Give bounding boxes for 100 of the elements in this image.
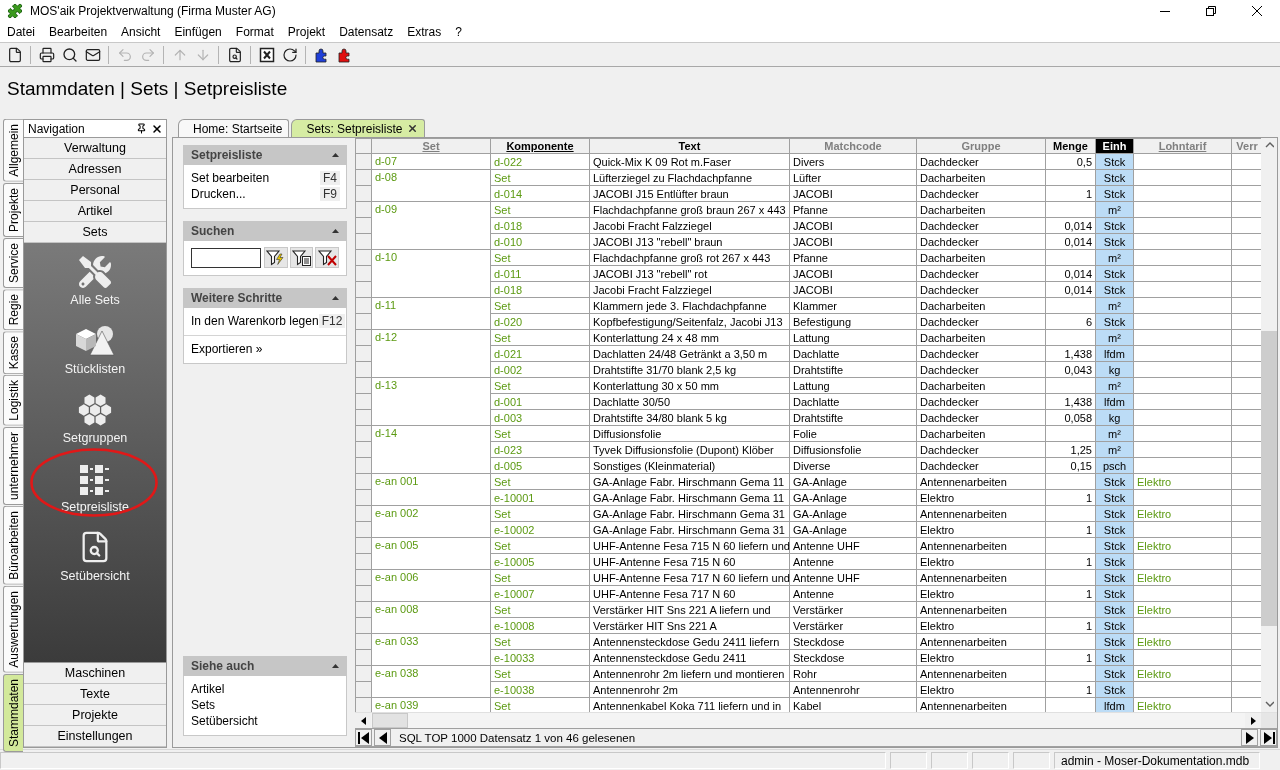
menu-item[interactable]: Bearbeiten: [42, 24, 115, 40]
menu-item[interactable]: Ansicht: [114, 24, 168, 40]
funnel-bolt-icon: [266, 249, 286, 266]
column-header[interactable]: Komponente: [490, 138, 590, 154]
funnel-x-icon: [317, 249, 337, 266]
scroll-left-button[interactable]: [355, 713, 371, 728]
column-header[interactable]: Set: [371, 138, 491, 154]
caret-icon[interactable]: [332, 296, 339, 300]
close-icon[interactable]: [407, 123, 419, 134]
caret-icon[interactable]: [332, 153, 339, 157]
page-title: Stammdaten | Sets | Setpreisliste: [7, 78, 288, 100]
side-tab[interactable]: Allgemein: [3, 119, 23, 182]
chevron-up-icon: [1264, 141, 1274, 150]
window-title: MOS'aik Projektverwaltung (Firma Muster AG): [30, 4, 276, 18]
filter-button[interactable]: [264, 247, 288, 268]
first-icon: [357, 730, 370, 745]
refresh-icon: [281, 46, 298, 63]
menu-item[interactable]: Format: [228, 24, 281, 40]
side-tab[interactable]: Logistik: [3, 375, 23, 427]
table-cell: e-an 005: [371, 537, 491, 570]
close-icon: [1252, 6, 1262, 16]
vertical-scrollbar[interactable]: [1261, 138, 1277, 712]
horizontal-scrollbar[interactable]: [355, 712, 1277, 728]
last-icon: [1262, 730, 1275, 745]
table-cell: d-09: [371, 201, 491, 250]
nav-tile[interactable]: Setgruppen: [62, 392, 128, 445]
column-header[interactable]: Matchcode: [789, 138, 917, 154]
menu-item[interactable]: ?: [448, 24, 469, 40]
nav-tile[interactable]: Alle Sets: [70, 254, 120, 307]
document-tab[interactable]: Sets: Setpreisliste: [291, 119, 426, 137]
task-link[interactable]: Setübersicht: [191, 714, 258, 728]
panel-title: Navigation: [28, 121, 85, 136]
scroll-right-button[interactable]: [1245, 713, 1261, 728]
next-icon: [1243, 730, 1256, 745]
side-tab[interactable]: Büroarbeiten: [3, 506, 23, 585]
puzzle-icon: [336, 46, 353, 63]
scroll-thumb[interactable]: [372, 713, 408, 728]
table-cell: e-an 008: [371, 601, 491, 634]
side-tab[interactable]: Auswertungen: [3, 585, 23, 673]
triangle-right-icon: [1250, 716, 1256, 725]
task-link[interactable]: In den Warenkorb legen: [191, 314, 319, 328]
nav-tile[interactable]: Setübersicht: [60, 530, 130, 583]
table-cell: e-an 006: [371, 569, 491, 602]
caret-icon[interactable]: [332, 229, 339, 233]
table-cell: e-an 038: [371, 665, 491, 698]
column-header[interactable]: Einh: [1095, 138, 1134, 154]
filter-button[interactable]: [315, 247, 339, 268]
section-title: Weitere Schritte: [191, 291, 283, 305]
first-record-button[interactable]: [355, 729, 372, 746]
pin-icon[interactable]: [136, 123, 147, 134]
restore-icon: [1206, 6, 1216, 16]
list-grid-icon: [80, 465, 110, 495]
last-record-button[interactable]: [1260, 729, 1277, 746]
column-header[interactable]: Menge: [1045, 138, 1096, 154]
record-status: SQL TOP 1000 Datensatz 1 von 46 gelesenen: [399, 731, 636, 744]
shortcut-key: F9: [320, 187, 340, 201]
menu-item[interactable]: Einfügen: [167, 24, 229, 40]
filter-button[interactable]: [289, 247, 314, 268]
search-field[interactable]: [191, 247, 261, 268]
side-tab[interactable]: Service: [3, 237, 23, 288]
section-header[interactable]: Setpreisliste: [183, 145, 347, 165]
section-header[interactable]: Weitere Schritte: [183, 288, 347, 308]
next-record-button[interactable]: [1241, 729, 1258, 746]
task-link[interactable]: Set bearbeiten: [191, 171, 270, 185]
table-cell: e-an 001: [371, 473, 491, 506]
nav-tile[interactable]: Stücklisten: [64, 323, 126, 376]
side-tab[interactable]: unternehmer: [3, 427, 23, 506]
side-tab[interactable]: Kasse: [3, 331, 23, 375]
caret-icon[interactable]: [332, 664, 339, 668]
table-cell: e-an 002: [371, 505, 491, 538]
section-header[interactable]: Suchen: [183, 221, 347, 241]
magnifier-icon: [61, 46, 78, 63]
column-header[interactable]: Text: [589, 138, 790, 154]
triangle-left-icon: [360, 716, 366, 725]
previous-record-button[interactable]: [374, 729, 391, 746]
menu-item[interactable]: Projekt: [280, 24, 333, 40]
table-cell: d-10: [371, 249, 491, 298]
table-cell: d-14: [371, 425, 491, 474]
task-link[interactable]: Exportieren »: [191, 342, 263, 356]
side-tab[interactable]: Projekte: [3, 182, 23, 237]
chevron-down-icon: [1264, 700, 1274, 709]
scroll-thumb[interactable]: [1261, 331, 1277, 626]
section-title: Siehe auch: [191, 659, 255, 673]
table-cell: e-an 033: [371, 633, 491, 666]
menu-item[interactable]: Datensatz: [332, 24, 401, 40]
side-tab[interactable]: Stammdaten: [3, 673, 23, 752]
close-icon[interactable]: [151, 122, 163, 135]
task-link[interactable]: Sets: [191, 698, 215, 712]
menu-item[interactable]: Extras: [400, 24, 449, 40]
redo-icon: [139, 46, 156, 63]
task-link[interactable]: Drucken...: [191, 187, 246, 201]
menu-item[interactable]: Datei: [0, 24, 42, 40]
section-header[interactable]: Siehe auch: [183, 656, 347, 676]
side-tab[interactable]: Regie: [3, 288, 23, 331]
document-icon: [6, 46, 23, 63]
column-header[interactable]: Verr: [1231, 138, 1261, 154]
printer-icon: [38, 46, 55, 63]
table-cell: d-12: [371, 329, 491, 378]
task-link[interactable]: Artikel: [191, 682, 225, 696]
document-tab[interactable]: Home: Startseite: [178, 119, 290, 137]
